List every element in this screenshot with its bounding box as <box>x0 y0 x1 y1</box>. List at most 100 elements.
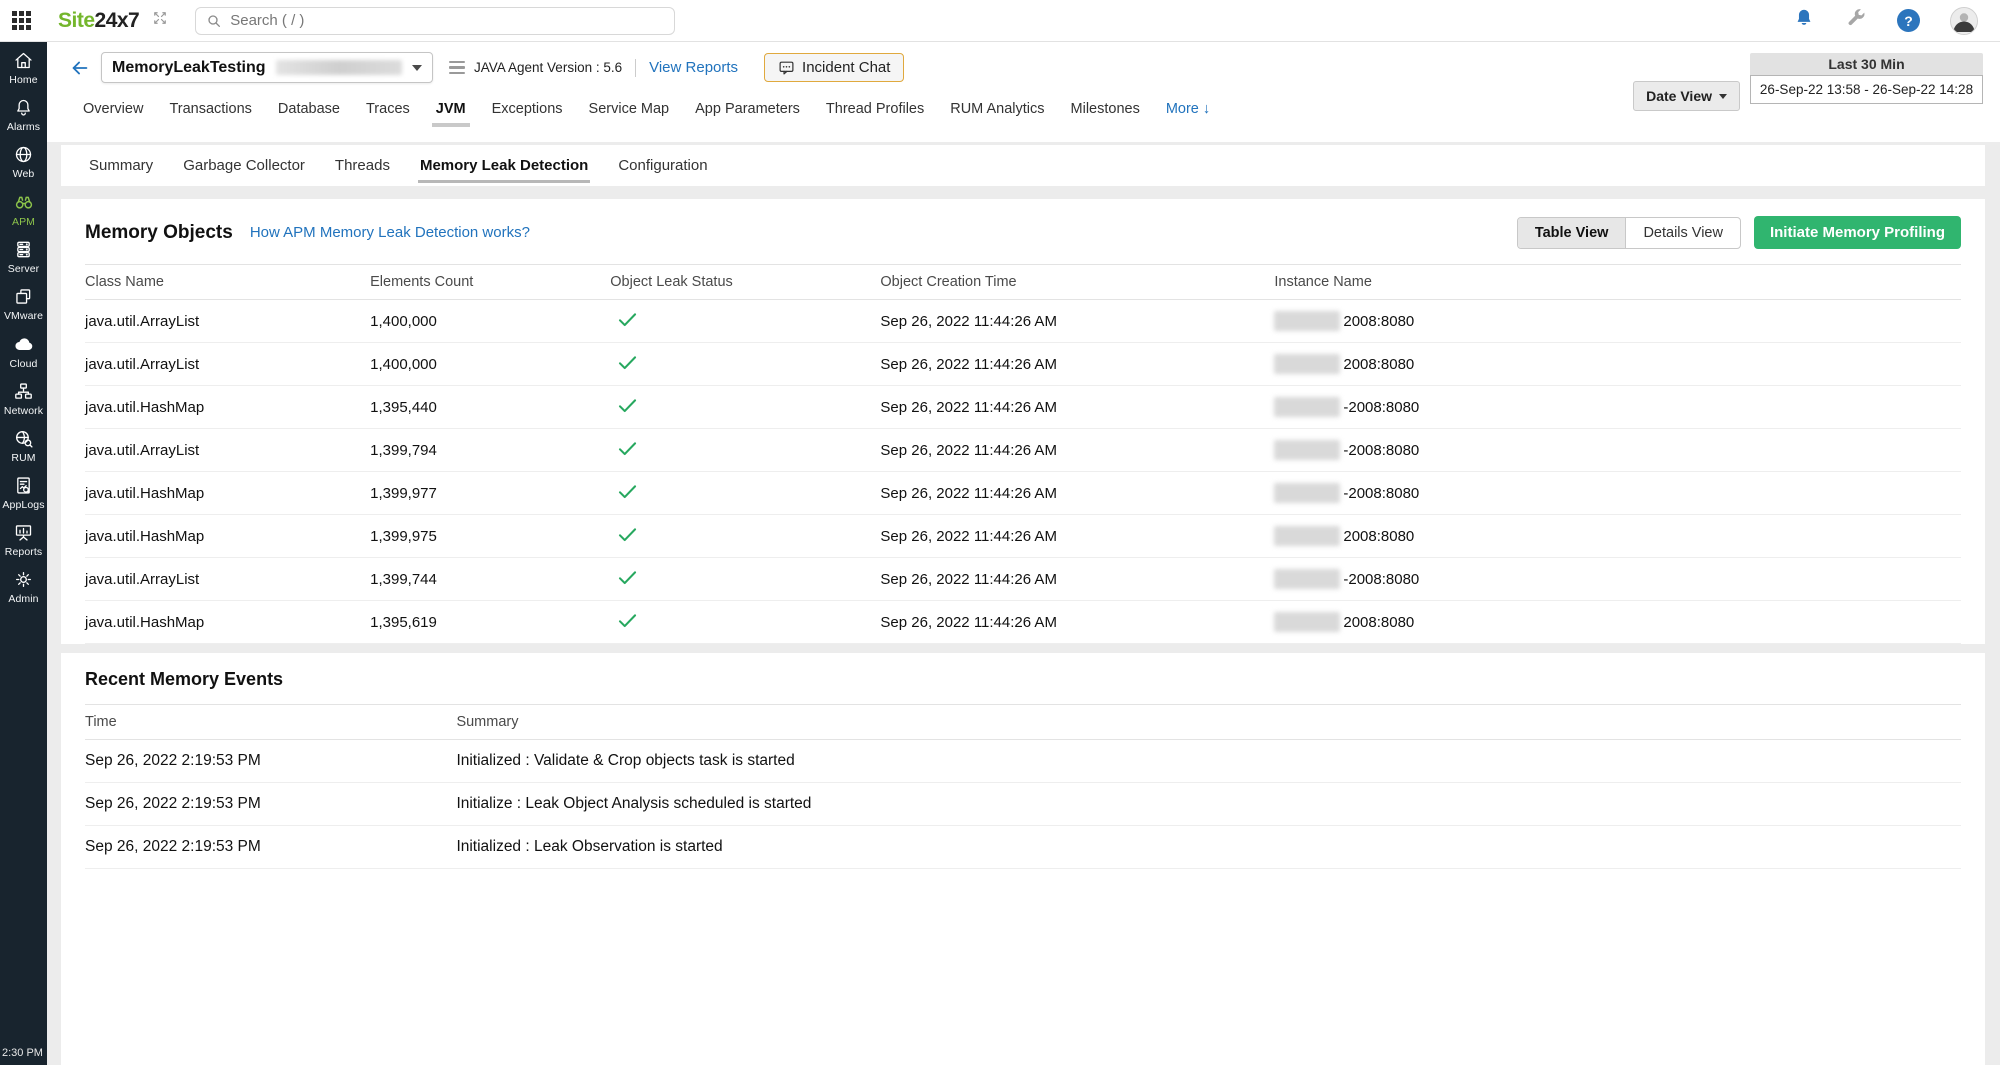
sidebar-item-server[interactable]: Server <box>0 239 47 275</box>
back-arrow-icon[interactable] <box>69 57 91 79</box>
incident-chat-label: Incident Chat <box>802 59 890 76</box>
view-reports-link[interactable]: View Reports <box>649 59 738 76</box>
monitor-select-dropdown[interactable]: MemoryLeakTesting <box>101 52 433 83</box>
creation-time-cell: Sep 26, 2022 11:44:26 AM <box>880 399 1274 416</box>
help-icon[interactable]: ? <box>1897 9 1920 32</box>
tab-service-map[interactable]: Service Map <box>589 101 670 117</box>
instance-name-cell: 2008:8080 <box>1274 526 1961 546</box>
incident-chat-button[interactable]: Incident Chat <box>764 53 904 82</box>
date-view-button[interactable]: Date View <box>1633 81 1740 111</box>
tab-thread-profiles[interactable]: Thread Profiles <box>826 101 924 117</box>
tab-jvm[interactable]: JVM <box>436 101 466 117</box>
sidebar-item-reports[interactable]: Reports <box>0 522 47 558</box>
initiate-memory-profiling-button[interactable]: Initiate Memory Profiling <box>1754 216 1961 249</box>
sidebar-item-rum[interactable]: RUM <box>0 428 47 464</box>
search-input[interactable] <box>230 12 664 29</box>
instance-name-cell: 2008:8080 <box>1274 612 1961 632</box>
tab-app-parameters[interactable]: App Parameters <box>695 101 800 117</box>
redacted-instance-prefix <box>1274 354 1340 374</box>
user-avatar[interactable] <box>1950 7 1978 35</box>
notifications-bell-icon[interactable] <box>1793 7 1815 34</box>
sidebar-item-admin[interactable]: Admin <box>0 569 47 605</box>
redacted-instance-prefix <box>1274 397 1340 417</box>
instance-suffix: 2008:8080 <box>1343 528 1414 545</box>
tab-traces[interactable]: Traces <box>366 101 410 117</box>
global-search[interactable] <box>195 7 675 35</box>
leak-status-cell <box>610 312 880 331</box>
table-row[interactable]: java.util.ArrayList1,399,794Sep 26, 2022… <box>85 429 1961 472</box>
monitor-header: MemoryLeakTesting JAVA Agent Version : 5… <box>47 42 2000 142</box>
redacted-instance-prefix <box>1274 526 1340 546</box>
jvm-subtabs: Summary Garbage Collector Threads Memory Le… <box>61 145 1985 186</box>
applogs-icon <box>13 475 34 496</box>
logo-site: Site <box>58 9 95 32</box>
server-icon <box>13 239 34 260</box>
sidebar-item-applogs[interactable]: AppLogs <box>0 475 47 511</box>
subtab-configuration[interactable]: Configuration <box>618 157 707 174</box>
reports-icon <box>13 522 34 543</box>
tab-exceptions[interactable]: Exceptions <box>492 101 563 117</box>
table-row[interactable]: java.util.ArrayList1,399,744Sep 26, 2022… <box>85 558 1961 601</box>
subtab-memory-leak-detection[interactable]: Memory Leak Detection <box>420 157 588 174</box>
search-icon <box>206 13 222 29</box>
table-row[interactable]: java.util.HashMap1,399,977Sep 26, 2022 1… <box>85 472 1961 515</box>
memory-objects-card: Memory Objects How APM Memory Leak Detec… <box>61 199 1985 644</box>
binoculars-icon <box>13 191 35 213</box>
redacted-instance-prefix <box>1274 612 1340 632</box>
event-summary-cell: Initialize : Leak Object Analysis schedu… <box>456 795 1961 813</box>
elements-count-cell: 1,395,440 <box>370 399 610 416</box>
time-range-preset[interactable]: Last 30 Min <box>1750 53 1983 75</box>
instance-suffix: -2008:8080 <box>1343 571 1419 588</box>
instance-suffix: 2008:8080 <box>1343 356 1414 373</box>
tab-database[interactable]: Database <box>278 101 340 117</box>
sidebar-item-cloud[interactable]: Cloud <box>0 333 47 370</box>
sidebar-item-label: AppLogs <box>2 499 44 511</box>
home-icon <box>13 50 34 71</box>
class-name-cell: java.util.ArrayList <box>85 356 370 373</box>
check-icon <box>618 529 637 546</box>
memory-leak-help-link[interactable]: How APM Memory Leak Detection works? <box>250 224 530 241</box>
network-icon <box>13 381 34 402</box>
tab-more[interactable]: More ↓ <box>1166 101 1210 117</box>
tab-rum-analytics[interactable]: RUM Analytics <box>950 101 1044 117</box>
subtab-garbage-collector[interactable]: Garbage Collector <box>183 157 305 174</box>
table-row[interactable]: java.util.ArrayList1,400,000Sep 26, 2022… <box>85 300 1961 343</box>
apps-grid-icon[interactable] <box>12 11 32 31</box>
class-name-cell: java.util.ArrayList <box>85 442 370 459</box>
table-row[interactable]: java.util.HashMap1,395,619Sep 26, 2022 1… <box>85 601 1961 644</box>
monitor-menu-icon[interactable] <box>449 61 465 75</box>
elements-count-cell: 1,395,619 <box>370 614 610 631</box>
sidebar-item-web[interactable]: Web <box>0 144 47 180</box>
class-name-cell: java.util.HashMap <box>85 528 370 545</box>
sidebar-item-home[interactable]: Home <box>0 50 47 86</box>
tab-transactions[interactable]: Transactions <box>169 101 251 117</box>
expand-icon[interactable] <box>151 9 169 32</box>
memory-objects-title: Memory Objects <box>85 222 233 244</box>
sidebar-item-apm[interactable]: APM <box>0 191 47 228</box>
subtab-summary[interactable]: Summary <box>89 157 153 174</box>
event-row[interactable]: Sep 26, 2022 2:19:53 PMInitialized : Val… <box>85 740 1961 783</box>
wrench-icon[interactable] <box>1845 7 1867 34</box>
leak-status-cell <box>610 570 880 589</box>
details-view-toggle[interactable]: Details View <box>1626 218 1740 248</box>
table-row[interactable]: java.util.ArrayList1,400,000Sep 26, 2022… <box>85 343 1961 386</box>
subtab-threads[interactable]: Threads <box>335 157 390 174</box>
class-name-cell: java.util.HashMap <box>85 614 370 631</box>
tab-milestones[interactable]: Milestones <box>1071 101 1140 117</box>
tab-overview[interactable]: Overview <box>83 101 143 117</box>
event-row[interactable]: Sep 26, 2022 2:19:53 PMInitialized : Lea… <box>85 826 1961 869</box>
chevron-down-icon <box>1719 94 1727 99</box>
sidebar-item-network[interactable]: Network <box>0 381 47 417</box>
table-view-toggle[interactable]: Table View <box>1518 218 1627 248</box>
table-row[interactable]: java.util.HashMap1,399,975Sep 26, 2022 1… <box>85 515 1961 558</box>
event-row[interactable]: Sep 26, 2022 2:19:53 PMInitialize : Leak… <box>85 783 1961 826</box>
sidebar-item-vmware[interactable]: VMware <box>0 286 47 322</box>
leak-status-cell <box>610 355 880 374</box>
sidebar-item-alarms[interactable]: Alarms <box>0 97 47 133</box>
table-row[interactable]: java.util.HashMap1,395,440Sep 26, 2022 1… <box>85 386 1961 429</box>
site24x7-logo[interactable]: Site24x7 <box>58 9 139 33</box>
check-icon <box>618 357 637 374</box>
time-range-field[interactable]: 26-Sep-22 13:58 - 26-Sep-22 14:28 <box>1750 75 1983 104</box>
instance-suffix: 2008:8080 <box>1343 313 1414 330</box>
elements-count-cell: 1,399,977 <box>370 485 610 502</box>
